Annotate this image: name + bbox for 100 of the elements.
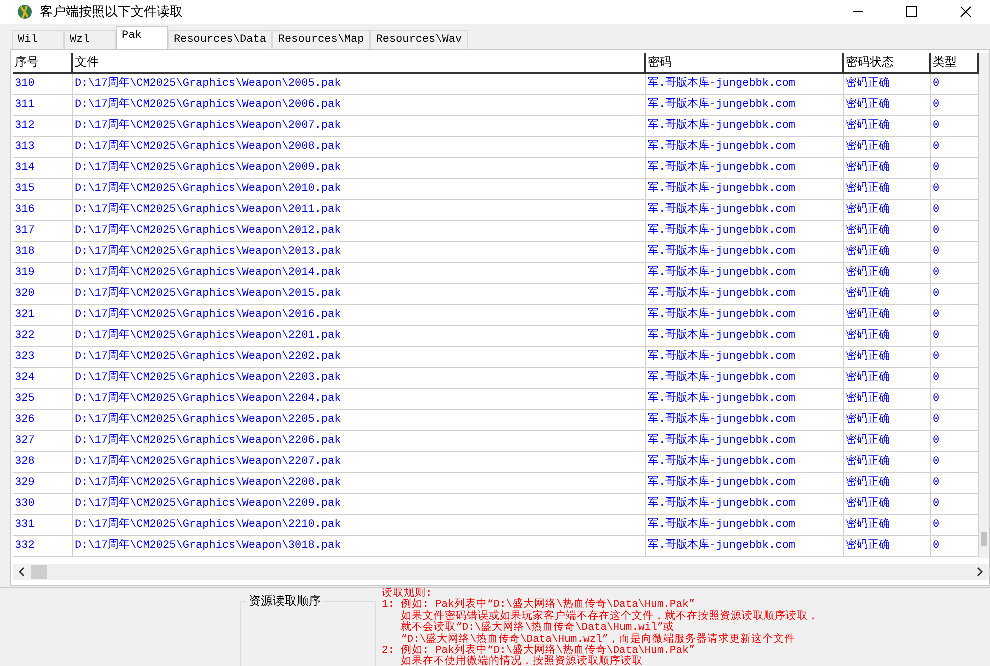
table-cell: 密码正确 (844, 263, 931, 284)
table-cell: 密码正确 (844, 494, 931, 515)
window-title: 客户端按照以下文件读取 (40, 4, 183, 21)
table-cell: 320 (13, 284, 73, 305)
table-cell: 军.哥版本库-jungebbk.com (646, 326, 844, 347)
scrollbar-thumb[interactable] (31, 565, 47, 579)
table-cell: 密码正确 (844, 158, 931, 179)
table-cell: 312 (13, 116, 73, 137)
table-cell: 327 (13, 431, 73, 452)
tab[interactable]: Wil (12, 30, 64, 49)
table-cell: 311 (13, 95, 73, 116)
table-cell: D:\17周年\CM2025\Graphics\Weapon\2014.pak (73, 263, 646, 284)
table-cell: 密码正确 (844, 368, 931, 389)
maximize-icon[interactable] (906, 6, 918, 18)
column-header[interactable]: 文件 (73, 53, 646, 74)
table-cell: 密码正确 (844, 452, 931, 473)
table-cell: 军.哥版本库-jungebbk.com (646, 410, 844, 431)
table-cell: 密码正确 (844, 305, 931, 326)
table-cell: 329 (13, 473, 73, 494)
table-cell: 310 (13, 74, 73, 95)
table-cell: 军.哥版本库-jungebbk.com (646, 284, 844, 305)
close-icon[interactable] (960, 6, 972, 18)
table-cell: D:\17周年\CM2025\Graphics\Weapon\2008.pak (73, 137, 646, 158)
table-cell: 军.哥版本库-jungebbk.com (646, 221, 844, 242)
table-cell: D:\17周年\CM2025\Graphics\Weapon\2209.pak (73, 494, 646, 515)
table-cell: 322 (13, 326, 73, 347)
table-cell: 324 (13, 368, 73, 389)
app-icon (16, 3, 34, 21)
table-cell: D:\17周年\CM2025\Graphics\Weapon\3018.pak (73, 536, 646, 557)
table-cell: 军.哥版本库-jungebbk.com (646, 95, 844, 116)
table-cell: D:\17周年\CM2025\Graphics\Weapon\2206.pak (73, 431, 646, 452)
table-cell: 密码正确 (844, 95, 931, 116)
table-cell: 密码正确 (844, 200, 931, 221)
table-cell: D:\17周年\CM2025\Graphics\Weapon\2202.pak (73, 347, 646, 368)
scrollbar-thumb[interactable] (981, 532, 987, 546)
table-cell: 密码正确 (844, 74, 931, 95)
table-cell: D:\17周年\CM2025\Graphics\Weapon\2208.pak (73, 473, 646, 494)
table-cell: 军.哥版本库-jungebbk.com (646, 74, 844, 95)
table-cell: D:\17周年\CM2025\Graphics\Weapon\2007.pak (73, 116, 646, 137)
table-cell: D:\17周年\CM2025\Graphics\Weapon\2011.pak (73, 200, 646, 221)
table-cell: 军.哥版本库-jungebbk.com (646, 263, 844, 284)
table-cell: 密码正确 (844, 284, 931, 305)
table-cell: 军.哥版本库-jungebbk.com (646, 347, 844, 368)
table-cell: 军.哥版本库-jungebbk.com (646, 305, 844, 326)
table-cell: 军.哥版本库-jungebbk.com (646, 515, 844, 536)
table-cell: 军.哥版本库-jungebbk.com (646, 494, 844, 515)
table-cell: D:\17周年\CM2025\Graphics\Weapon\2201.pak (73, 326, 646, 347)
table-cell: 军.哥版本库-jungebbk.com (646, 179, 844, 200)
rule-text: 就不会读取“D:\盛大网络\热血传奇\Data\Hum.wil”或 (400, 623, 675, 634)
table-cell: 军.哥版本库-jungebbk.com (646, 137, 844, 158)
table-cell: D:\17周年\CM2025\Graphics\Weapon\2016.pak (73, 305, 646, 326)
table-cell: D:\17周年\CM2025\Graphics\Weapon\2009.pak (73, 158, 646, 179)
table-cell: D:\17周年\CM2025\Graphics\Weapon\2210.pak (73, 515, 646, 536)
tab[interactable]: Resources\Data (168, 30, 272, 49)
table-cell: 328 (13, 452, 73, 473)
table-cell: 密码正确 (844, 431, 931, 452)
column-header[interactable]: 密码 (646, 53, 844, 74)
table-cell: 323 (13, 347, 73, 368)
table-cell: 密码正确 (844, 221, 931, 242)
table-cell: 军.哥版本库-jungebbk.com (646, 536, 844, 557)
table-cell: D:\17周年\CM2025\Graphics\Weapon\2205.pak (73, 410, 646, 431)
column-header[interactable]: 密码状态 (844, 53, 931, 74)
column-header[interactable]: 序号 (13, 53, 73, 74)
table-cell: 316 (13, 200, 73, 221)
table-cell: 军.哥版本库-jungebbk.com (646, 200, 844, 221)
table-cell: D:\17周年\CM2025\Graphics\Weapon\2204.pak (73, 389, 646, 410)
table-cell: 军.哥版本库-jungebbk.com (646, 158, 844, 179)
table-cell: 330 (13, 494, 73, 515)
table-cell: D:\17周年\CM2025\Graphics\Weapon\2006.pak (73, 95, 646, 116)
table-cell: D:\17周年\CM2025\Graphics\Weapon\2012.pak (73, 221, 646, 242)
table-cell: 军.哥版本库-jungebbk.com (646, 242, 844, 263)
rule-text: 如果在不使用微端的情况，按照资源读取顺序读取 (400, 657, 644, 666)
rule-text: 1: 例如: Pak列表中“D:\盛大网络\热血传奇\Data\Hum.Pak” (382, 600, 696, 612)
table-cell: 326 (13, 410, 73, 431)
table-cell: D:\17周年\CM2025\Graphics\Weapon\2203.pak (73, 368, 646, 389)
table-cell: 军.哥版本库-jungebbk.com (646, 452, 844, 473)
table-cell: 319 (13, 263, 73, 284)
table-cell: 密码正确 (844, 242, 931, 263)
table-cell: 军.哥版本库-jungebbk.com (646, 431, 844, 452)
table-cell: 密码正确 (844, 116, 931, 137)
table-cell: 332 (13, 536, 73, 557)
table-cell: 密码正确 (844, 536, 931, 557)
table-cell: 密码正确 (844, 179, 931, 200)
table-cell: 密码正确 (844, 410, 931, 431)
table-cell: 军.哥版本库-jungebbk.com (646, 389, 844, 410)
table-cell: 密码正确 (844, 326, 931, 347)
table-cell: 321 (13, 305, 73, 326)
table-cell: D:\17周年\CM2025\Graphics\Weapon\2013.pak (73, 242, 646, 263)
tab[interactable]: Resources\Wav (370, 30, 468, 49)
tab[interactable]: Pak (116, 26, 168, 49)
table-cell: 密码正确 (844, 473, 931, 494)
tab[interactable]: Resources\Map (272, 30, 370, 49)
table-cell: D:\17周年\CM2025\Graphics\Weapon\2005.pak (73, 74, 646, 95)
table-cell: D:\17周年\CM2025\Graphics\Weapon\2010.pak (73, 179, 646, 200)
tab[interactable]: Wzl (64, 30, 116, 49)
table-cell: 军.哥版本库-jungebbk.com (646, 473, 844, 494)
table-cell: 军.哥版本库-jungebbk.com (646, 368, 844, 389)
table-cell: 密码正确 (844, 515, 931, 536)
table-cell: 331 (13, 515, 73, 536)
table-cell: 317 (13, 221, 73, 242)
